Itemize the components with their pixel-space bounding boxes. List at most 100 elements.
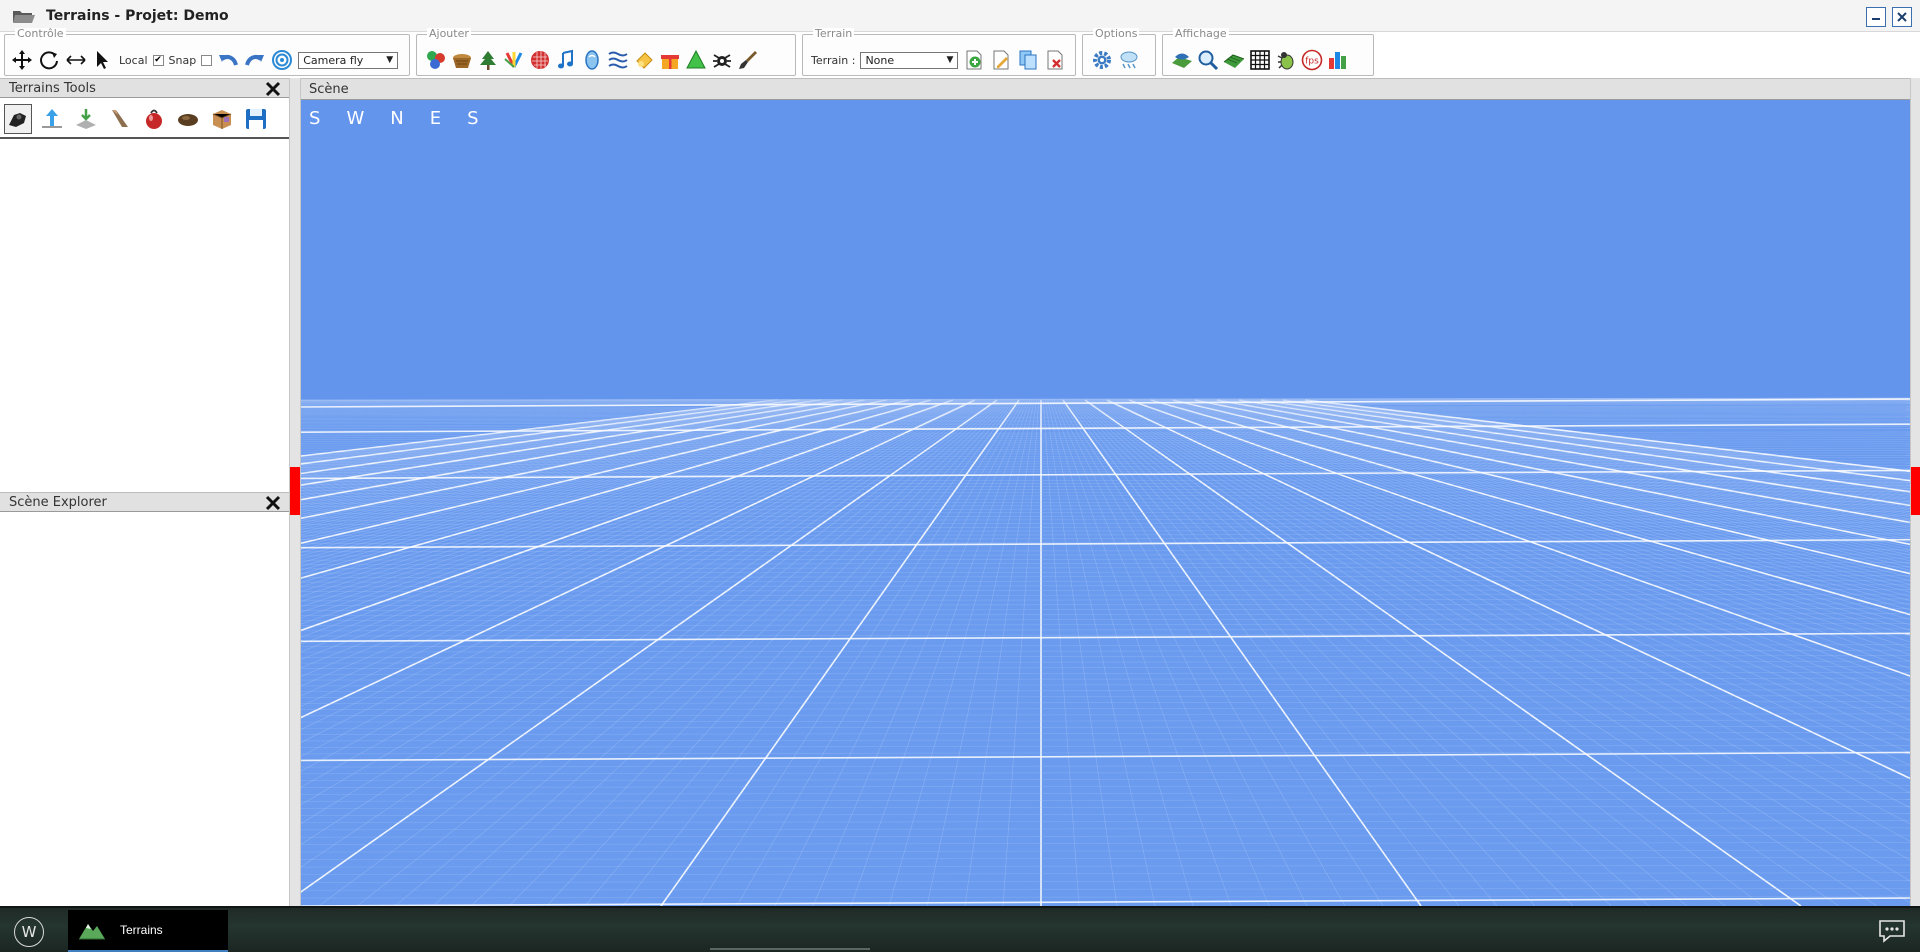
dropdown-arrow-icon: ▼ xyxy=(946,55,954,65)
taskbar-item-label: Terrains xyxy=(120,923,163,937)
add-particles-icon[interactable] xyxy=(503,49,525,71)
lower-arrow-icon xyxy=(76,109,96,129)
add-tree-icon[interactable] xyxy=(477,49,499,71)
close-window-button[interactable] xyxy=(1892,7,1912,27)
edit-terrain-icon[interactable] xyxy=(990,49,1012,71)
compass-letter: E xyxy=(429,108,442,129)
controle-group-label: Contrôle xyxy=(15,27,66,40)
save-floppy-icon xyxy=(246,109,266,129)
tool-save[interactable] xyxy=(242,104,270,134)
taskbar-divider xyxy=(710,948,870,950)
terrain-select[interactable]: None ▼ xyxy=(860,51,959,69)
terrain-group-label: Terrain xyxy=(813,27,855,40)
snap-checkbox[interactable] xyxy=(201,54,213,66)
terrain-select-label: Terrain : xyxy=(811,53,856,67)
options-group: Options xyxy=(1082,28,1156,76)
copy-terrain-icon[interactable] xyxy=(1017,49,1039,71)
add-water-icon[interactable] xyxy=(581,49,603,71)
local-checkbox[interactable]: ✔ xyxy=(152,54,164,66)
add-grid-pattern-icon[interactable] xyxy=(607,49,629,71)
raise-arrow-icon xyxy=(42,109,62,128)
compass-letter: S xyxy=(467,108,479,129)
undo-icon[interactable] xyxy=(217,49,239,71)
scene-explorer-body xyxy=(0,513,289,906)
add-sound-icon[interactable] xyxy=(555,49,577,71)
close-icon xyxy=(265,81,281,97)
delete-terrain-icon[interactable] xyxy=(1044,49,1066,71)
zoom-magnifier-icon[interactable] xyxy=(1197,49,1219,71)
minimize-button[interactable] xyxy=(1866,7,1886,27)
title-bar: Terrains - Projet: Demo xyxy=(0,0,1920,32)
debug-bug-icon[interactable] xyxy=(1275,49,1297,71)
tool-lower[interactable] xyxy=(72,104,100,134)
close-panel-button[interactable] xyxy=(265,495,281,511)
select-pointer-icon[interactable] xyxy=(92,49,114,71)
new-terrain-icon[interactable] xyxy=(963,49,985,71)
tool-smooth[interactable] xyxy=(174,104,202,134)
scene-explorer-title: Scène Explorer xyxy=(9,494,107,510)
settings-gear-icon[interactable] xyxy=(1091,49,1113,71)
ajouter-group: Ajouter xyxy=(416,28,796,76)
weather-snow-icon[interactable] xyxy=(1118,49,1140,71)
tool-sculpt[interactable] xyxy=(4,104,32,134)
terrain-group: Terrain Terrain : None ▼ xyxy=(802,28,1076,76)
add-primitives-icon[interactable] xyxy=(425,49,447,71)
fps-counter-icon[interactable]: fps xyxy=(1301,49,1323,71)
compass: S W N E S xyxy=(309,108,479,129)
splitter-handle[interactable] xyxy=(1911,467,1920,515)
dropdown-arrow-icon: ▼ xyxy=(386,55,394,65)
grid-toggle-icon[interactable] xyxy=(1249,49,1271,71)
scene-title: Scène xyxy=(309,81,349,97)
start-button[interactable]: W xyxy=(14,917,44,947)
camera-mode-select[interactable]: Camera fly ▼ xyxy=(298,51,399,69)
compass-letter: S xyxy=(309,108,321,129)
chat-button[interactable] xyxy=(1878,919,1906,943)
tool-raise[interactable] xyxy=(38,104,66,134)
taskbar: W Terrains xyxy=(0,906,1920,952)
left-splitter[interactable] xyxy=(289,78,301,906)
statistics-chart-icon[interactable] xyxy=(1327,49,1349,71)
redo-icon[interactable] xyxy=(244,49,266,71)
close-icon xyxy=(1897,12,1907,22)
terrain-tools-row xyxy=(0,101,289,139)
mountain-icon xyxy=(78,919,106,941)
texture-box-icon xyxy=(212,110,232,129)
terrain-select-value: None xyxy=(865,53,895,67)
minimize-icon xyxy=(1872,18,1880,20)
terrains-tools-title: Terrains Tools xyxy=(9,80,96,96)
add-gift-object-icon[interactable] xyxy=(659,49,681,71)
add-bug-spider-icon[interactable] xyxy=(711,49,733,71)
ground-grid xyxy=(301,397,1910,906)
move-icon[interactable] xyxy=(11,49,33,71)
chat-bubble-icon xyxy=(1879,920,1905,943)
snap-label: Snap xyxy=(168,53,197,67)
right-splitter[interactable] xyxy=(1910,78,1920,906)
local-label: Local xyxy=(119,53,148,67)
taskbar-item-terrains[interactable]: Terrains xyxy=(68,910,228,952)
close-panel-button[interactable] xyxy=(265,81,281,97)
camera-mode-value: Camera fly xyxy=(303,53,364,67)
tool-texture[interactable] xyxy=(208,104,236,134)
affichage-group-label: Affichage xyxy=(1173,27,1229,40)
add-sphere-icon[interactable] xyxy=(529,49,551,71)
add-mesh-basket-icon[interactable] xyxy=(451,49,473,71)
main-toolbar: Contrôle Local ✔ Snap Camera fly ▼ Ajout… xyxy=(0,28,1920,78)
tool-paint[interactable] xyxy=(140,104,168,134)
add-brush-icon[interactable] xyxy=(737,49,759,71)
scale-icon[interactable] xyxy=(65,49,87,71)
view-terrain-eye-icon[interactable] xyxy=(1171,49,1193,71)
target-icon[interactable] xyxy=(271,49,293,71)
add-light-icon[interactable] xyxy=(633,49,655,71)
close-icon xyxy=(265,495,281,511)
wireframe-terrain-icon[interactable] xyxy=(1223,49,1245,71)
terrains-tools-header: Terrains Tools xyxy=(0,78,289,98)
affichage-group: Affichage fps xyxy=(1162,28,1374,76)
compass-letter: N xyxy=(390,108,404,129)
sculpt-hand-icon xyxy=(9,113,26,127)
add-pyramid-icon[interactable] xyxy=(685,49,707,71)
rotate-icon[interactable] xyxy=(38,49,60,71)
splitter-handle[interactable] xyxy=(290,467,300,515)
scene-explorer-header: Scène Explorer xyxy=(0,492,289,512)
scene-viewport[interactable]: S W N E S xyxy=(301,100,1910,906)
tool-flatten[interactable] xyxy=(106,104,134,134)
